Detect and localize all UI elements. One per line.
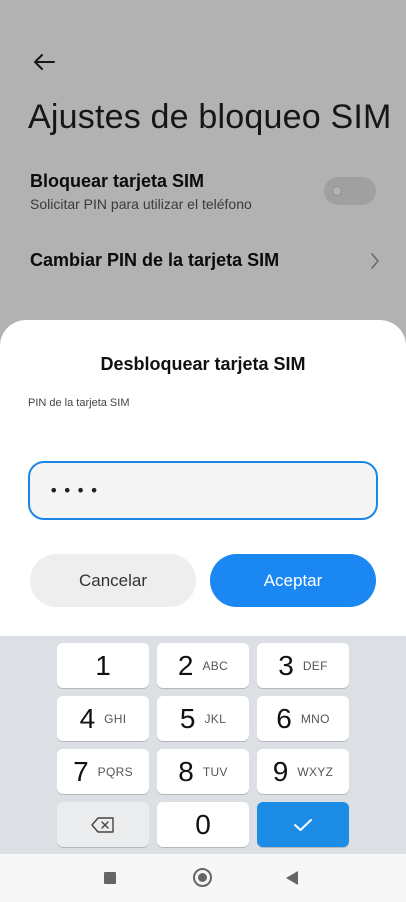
key-2[interactable]: 2 ABC <box>157 643 249 688</box>
recents-square-icon[interactable] <box>104 872 116 884</box>
key-confirm[interactable] <box>257 802 349 847</box>
key-letters: DEF <box>302 658 328 673</box>
key-letters: WXYZ <box>297 764 334 779</box>
key-letters: GHI <box>104 711 127 726</box>
check-icon <box>294 818 312 831</box>
key-digit: 7 <box>73 755 89 787</box>
backspace-icon <box>91 816 114 833</box>
key-letters: TUV <box>202 764 228 779</box>
home-circle-icon[interactable] <box>193 868 212 887</box>
key-digit: 1 <box>95 649 111 681</box>
key-5[interactable]: 5 JKL <box>157 696 249 741</box>
cancel-button[interactable]: Cancelar <box>30 554 196 607</box>
key-0[interactable]: 0 <box>157 802 249 847</box>
key-6[interactable]: 6 MNO <box>257 696 349 741</box>
key-digit: 5 <box>179 702 196 734</box>
back-triangle-icon[interactable] <box>286 871 298 885</box>
key-digit: 9 <box>272 755 289 787</box>
key-digit: 0 <box>195 808 211 840</box>
system-nav-bar <box>0 854 406 902</box>
accept-button[interactable]: Aceptar <box>210 554 376 607</box>
key-9[interactable]: 9 WXYZ <box>257 749 349 794</box>
key-digit: 2 <box>177 649 194 681</box>
key-letters: JKL <box>204 711 227 726</box>
key-digit: 6 <box>276 702 292 734</box>
key-4[interactable]: 4 GHI <box>57 696 149 741</box>
key-7[interactable]: 7 PQRS <box>57 749 149 794</box>
key-backspace[interactable] <box>57 802 149 847</box>
dialog-title: Desbloquear tarjeta SIM <box>100 354 306 374</box>
key-letters: ABC <box>202 658 229 673</box>
key-digit: 4 <box>79 702 96 734</box>
key-digit: 8 <box>178 755 194 787</box>
pin-input[interactable]: •••• <box>28 461 378 520</box>
pin-masked-value: •••• <box>49 481 103 500</box>
key-digit: 3 <box>278 649 294 681</box>
key-1[interactable]: 1 <box>57 643 149 688</box>
pin-field-label: PIN de la tarjeta SIM <box>28 397 130 409</box>
key-letters: PQRS <box>97 764 133 779</box>
key-letters: MNO <box>300 711 330 726</box>
key-8[interactable]: 8 TUV <box>157 749 249 794</box>
key-3[interactable]: 3 DEF <box>257 643 349 688</box>
numeric-keypad: 1 2 ABC 3 DEF 4 GHI 5 JKL 6 MNO 7 PQRS 8… <box>0 636 406 854</box>
